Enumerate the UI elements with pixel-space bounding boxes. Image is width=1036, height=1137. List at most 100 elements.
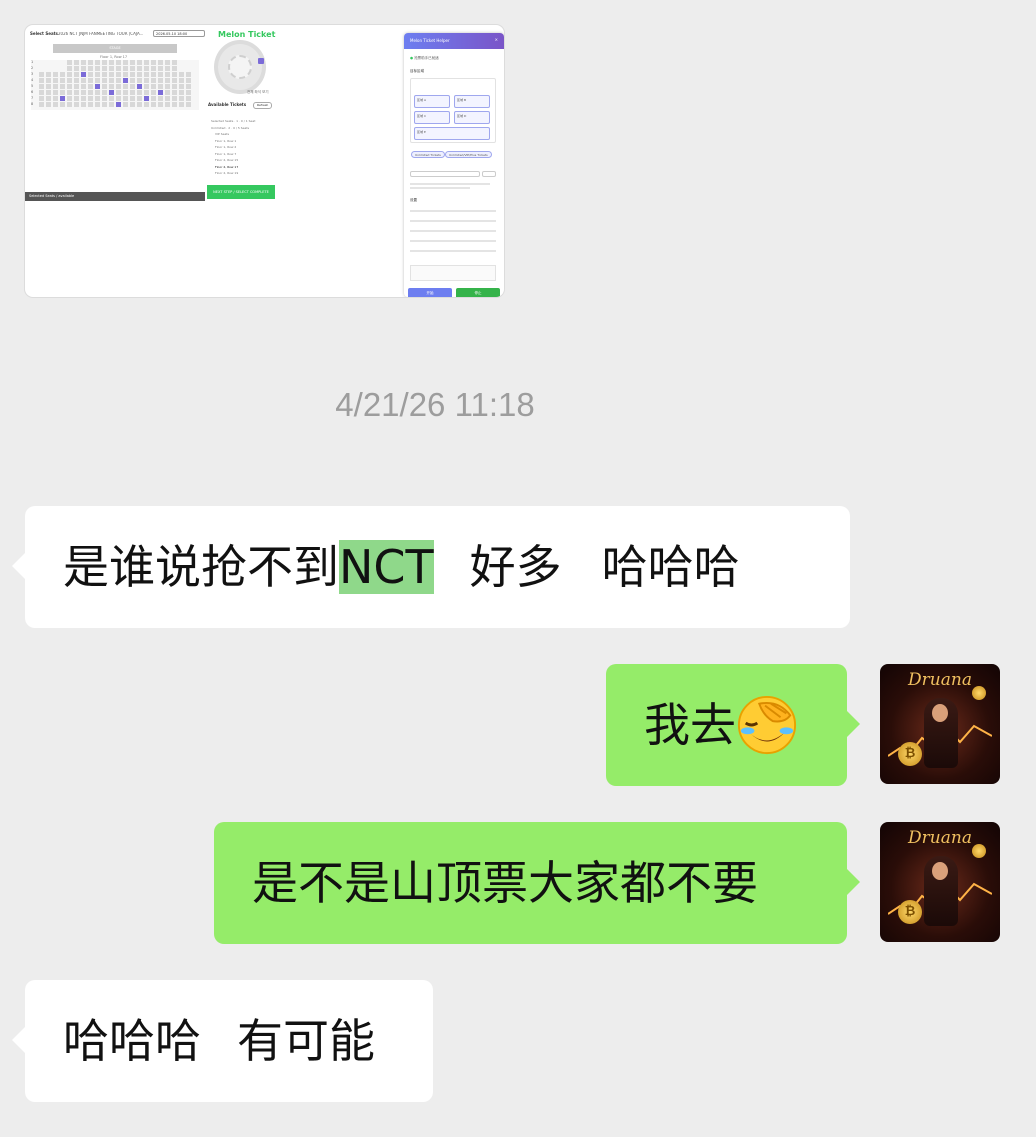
seat[interactable] <box>67 102 72 107</box>
refresh-button[interactable]: Refresh <box>253 102 273 109</box>
helper-stop-button[interactable]: 停止 <box>456 288 500 297</box>
seat[interactable] <box>179 102 184 107</box>
seat[interactable] <box>172 96 177 101</box>
seat[interactable] <box>137 102 142 107</box>
seat[interactable] <box>109 60 114 65</box>
seat[interactable] <box>67 90 72 95</box>
seat[interactable] <box>116 90 121 95</box>
view-all-seats-link[interactable]: 전체 좌석 보기 <box>247 90 269 95</box>
ticket-list-item[interactable]: VIP Seats <box>215 133 229 136</box>
seat[interactable] <box>53 78 58 83</box>
seat[interactable] <box>144 84 149 89</box>
seat[interactable] <box>144 96 149 101</box>
seat[interactable] <box>137 72 142 77</box>
seat[interactable] <box>186 84 191 89</box>
seat[interactable] <box>53 96 58 101</box>
seat[interactable] <box>144 66 149 71</box>
helper-start-button[interactable]: 开始 <box>408 288 452 297</box>
helper-card-b[interactable]: 区域 B <box>454 95 490 108</box>
seat[interactable] <box>186 78 191 83</box>
seat[interactable] <box>165 84 170 89</box>
helper-close-icon[interactable]: × <box>495 37 498 42</box>
seat[interactable] <box>53 90 58 95</box>
seat[interactable] <box>172 102 177 107</box>
helper-setting-row[interactable] <box>410 240 496 242</box>
seat[interactable] <box>88 78 93 83</box>
seat[interactable] <box>123 84 128 89</box>
seat[interactable] <box>165 60 170 65</box>
seat[interactable] <box>95 90 100 95</box>
seat[interactable] <box>88 84 93 89</box>
seat[interactable] <box>81 72 86 77</box>
seat[interactable] <box>179 72 184 77</box>
ticket-list-item[interactable]: Unlimited · 2 · 0 / 5 Seats <box>211 126 249 130</box>
seat[interactable] <box>95 84 100 89</box>
seat[interactable] <box>102 96 107 101</box>
helper-card-e[interactable]: 区域 E <box>414 127 490 140</box>
seat[interactable] <box>165 90 170 95</box>
seat[interactable] <box>109 102 114 107</box>
seat[interactable] <box>88 72 93 77</box>
seat[interactable] <box>123 102 128 107</box>
seat[interactable] <box>144 78 149 83</box>
seat[interactable] <box>88 90 93 95</box>
seat[interactable] <box>39 84 44 89</box>
seat[interactable] <box>109 72 114 77</box>
seat[interactable] <box>102 72 107 77</box>
seat[interactable] <box>165 72 170 77</box>
seat[interactable] <box>116 96 121 101</box>
seat[interactable] <box>39 90 44 95</box>
seat[interactable] <box>123 66 128 71</box>
ticket-list-item[interactable]: Selected Seats · 1 · 0 / 1 Seat <box>211 120 255 123</box>
seat[interactable] <box>88 102 93 107</box>
ticket-list-item[interactable]: Floor 1, Row 1 <box>215 139 236 143</box>
seat[interactable] <box>130 84 135 89</box>
seat[interactable] <box>179 84 184 89</box>
seat[interactable] <box>179 78 184 83</box>
seat[interactable] <box>74 90 79 95</box>
seat[interactable] <box>46 84 51 89</box>
seat[interactable] <box>158 72 163 77</box>
seat[interactable] <box>158 66 163 71</box>
seat[interactable] <box>53 102 58 107</box>
seat[interactable] <box>158 78 163 83</box>
message-bubble-incoming[interactable]: 是谁说抢不到NCT 好多 哈哈哈 <box>12 506 850 628</box>
ticket-list-item[interactable]: Floor 1, Row 7 <box>215 152 236 156</box>
seat[interactable] <box>130 90 135 95</box>
seat[interactable] <box>102 60 107 65</box>
seat[interactable] <box>137 66 142 71</box>
seat[interactable] <box>123 60 128 65</box>
seat[interactable] <box>74 84 79 89</box>
helper-setting-row[interactable] <box>410 210 496 212</box>
seat[interactable] <box>172 84 177 89</box>
seat[interactable] <box>144 102 149 107</box>
seat[interactable] <box>116 60 121 65</box>
seat[interactable] <box>102 66 107 71</box>
seat[interactable] <box>81 66 86 71</box>
seat[interactable] <box>60 72 65 77</box>
ticket-list-item[interactable]: Floor 1, Row 2 <box>215 146 236 149</box>
seat[interactable] <box>39 78 44 83</box>
seat[interactable] <box>158 96 163 101</box>
seat[interactable] <box>95 60 100 65</box>
seat[interactable] <box>102 102 107 107</box>
seat[interactable] <box>165 66 170 71</box>
date-select[interactable]: 2026.05.10 18:00 <box>153 30 205 37</box>
seat[interactable] <box>172 72 177 77</box>
helper-add-button[interactable] <box>482 171 496 177</box>
seat[interactable] <box>165 102 170 107</box>
message-bubble-outgoing[interactable]: 我去 <box>606 664 860 786</box>
seat[interactable] <box>144 72 149 77</box>
seat[interactable] <box>46 72 51 77</box>
message-bubble-outgoing[interactable]: 是不是山顶票大家都不要 <box>214 822 860 944</box>
seat[interactable] <box>116 84 121 89</box>
seat[interactable] <box>39 96 44 101</box>
seat-grid[interactable]: 1 2 3 4 5 6 7 8 <box>31 60 199 110</box>
seat[interactable] <box>102 78 107 83</box>
seat[interactable] <box>67 78 72 83</box>
seat[interactable] <box>74 60 79 65</box>
seat[interactable] <box>186 90 191 95</box>
seat[interactable] <box>88 96 93 101</box>
seat[interactable] <box>116 78 121 83</box>
seat[interactable] <box>109 90 114 95</box>
